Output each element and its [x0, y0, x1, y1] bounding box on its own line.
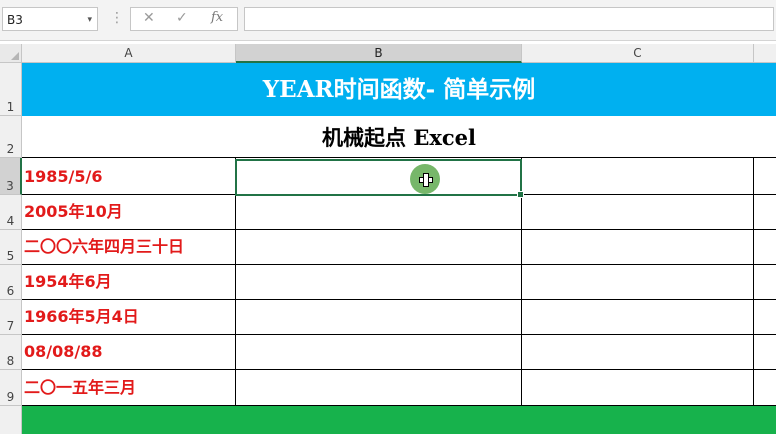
- empty-cell[interactable]: [754, 335, 776, 370]
- empty-cell[interactable]: [522, 300, 754, 335]
- row-header-5[interactable]: 5: [0, 230, 22, 265]
- name-box-value: B3: [7, 13, 23, 27]
- result-cell[interactable]: [236, 335, 522, 370]
- move-cross-cursor-icon: [410, 164, 440, 194]
- formula-input[interactable]: [244, 7, 774, 31]
- name-box[interactable]: B3 ▾: [2, 7, 98, 31]
- row-header-8[interactable]: 8: [0, 335, 22, 370]
- title-cell[interactable]: YEAR时间函数- 简单示例: [22, 63, 776, 116]
- empty-cell[interactable]: [522, 370, 754, 406]
- empty-cell[interactable]: [522, 230, 754, 265]
- row-header-10[interactable]: [0, 406, 22, 434]
- empty-cell[interactable]: [522, 158, 754, 195]
- checkmark-icon[interactable]: ✓: [176, 10, 188, 26]
- row-header-1[interactable]: 1: [0, 63, 22, 116]
- empty-cell[interactable]: [522, 335, 754, 370]
- column-header-d[interactable]: [754, 44, 776, 63]
- cancel-x-icon[interactable]: ✕: [143, 10, 155, 26]
- active-cell-selection[interactable]: [235, 159, 524, 198]
- row-header-6[interactable]: 6: [0, 265, 22, 300]
- chevron-down-icon[interactable]: ▾: [87, 8, 92, 32]
- subtitle-cell[interactable]: 机械起点 Excel: [22, 116, 776, 158]
- row-header-4[interactable]: 4: [0, 195, 22, 230]
- empty-cell[interactable]: [754, 195, 776, 230]
- column-header-b[interactable]: B: [236, 44, 522, 63]
- formula-bar: B3 ▾ ⋮ ✕ ✓ fx: [0, 0, 776, 41]
- result-cell[interactable]: [236, 265, 522, 300]
- formula-buttons: ✕ ✓ fx: [130, 7, 238, 31]
- date-cell[interactable]: 二〇一五年三月: [22, 370, 236, 406]
- column-header-a[interactable]: A: [22, 44, 236, 63]
- result-cell[interactable]: [236, 300, 522, 335]
- empty-cell[interactable]: [754, 300, 776, 335]
- row-header-2[interactable]: 2: [0, 116, 22, 158]
- date-cell[interactable]: 1954年6月: [22, 265, 236, 300]
- result-cell[interactable]: [236, 230, 522, 265]
- empty-cell[interactable]: [754, 265, 776, 300]
- date-cell[interactable]: 1985/5/6: [22, 158, 236, 195]
- result-cell[interactable]: [236, 370, 522, 406]
- row-header-7[interactable]: 7: [0, 300, 22, 335]
- row-header-3[interactable]: 3: [0, 158, 22, 195]
- empty-cell[interactable]: [754, 370, 776, 406]
- fx-icon[interactable]: fx: [211, 10, 223, 25]
- footer-band: [22, 406, 776, 434]
- date-cell[interactable]: 二〇〇六年四月三十日: [22, 230, 236, 265]
- empty-cell[interactable]: [754, 230, 776, 265]
- empty-cell[interactable]: [522, 195, 754, 230]
- date-cell[interactable]: 2005年10月: [22, 195, 236, 230]
- select-all-corner[interactable]: [0, 44, 22, 63]
- separator-icon: ⋮: [110, 10, 124, 26]
- empty-cell[interactable]: [522, 265, 754, 300]
- empty-cell[interactable]: [754, 158, 776, 195]
- row-header-9[interactable]: 9: [0, 370, 22, 406]
- worksheet-grid: YEAR时间函数- 简单示例 机械起点 Excel 1985/5/6 2005年…: [22, 63, 776, 434]
- column-header-c[interactable]: C: [522, 44, 754, 63]
- date-cell[interactable]: 1966年5月4日: [22, 300, 236, 335]
- result-cell[interactable]: [236, 195, 522, 230]
- date-cell[interactable]: 08/08/88: [22, 335, 236, 370]
